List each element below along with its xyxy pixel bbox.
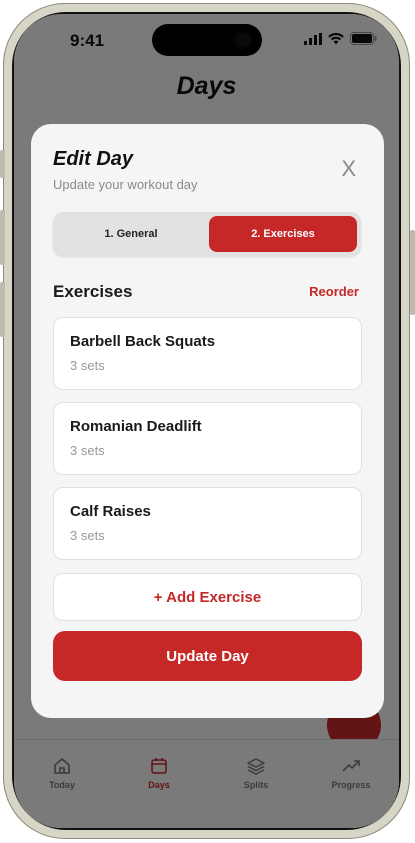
exercise-card[interactable]: Calf Raises 3 sets	[53, 487, 362, 560]
exercise-sets: 3 sets	[70, 358, 105, 373]
exercise-name: Romanian Deadlift	[70, 418, 202, 435]
step-exercises-tab[interactable]: 2. Exercises	[209, 216, 357, 252]
edit-day-modal: Edit Day Update your workout day X 1. Ge…	[31, 124, 384, 718]
exercise-sets: 3 sets	[70, 443, 105, 458]
step-general-tab[interactable]: 1. General	[57, 216, 205, 252]
power-button	[410, 230, 415, 315]
exercise-name: Calf Raises	[70, 503, 151, 520]
update-day-button[interactable]: Update Day	[53, 631, 362, 681]
exercise-card[interactable]: Barbell Back Squats 3 sets	[53, 317, 362, 390]
volume-down-button	[0, 282, 5, 337]
volume-up-button	[0, 210, 5, 265]
modal-subtitle: Update your workout day	[53, 177, 198, 192]
exercise-card[interactable]: Romanian Deadlift 3 sets	[53, 402, 362, 475]
step-switcher: 1. General 2. Exercises	[53, 212, 361, 256]
exercise-name: Barbell Back Squats	[70, 333, 216, 350]
reorder-button[interactable]: Reorder	[309, 284, 359, 299]
add-exercise-button[interactable]: + Add Exercise	[53, 573, 362, 621]
modal-title: Edit Day	[53, 148, 134, 170]
exercises-heading: Exercises	[53, 282, 133, 301]
close-button[interactable]: X	[341, 156, 356, 182]
silent-switch	[0, 150, 5, 178]
exercise-sets: 3 sets	[70, 528, 105, 543]
